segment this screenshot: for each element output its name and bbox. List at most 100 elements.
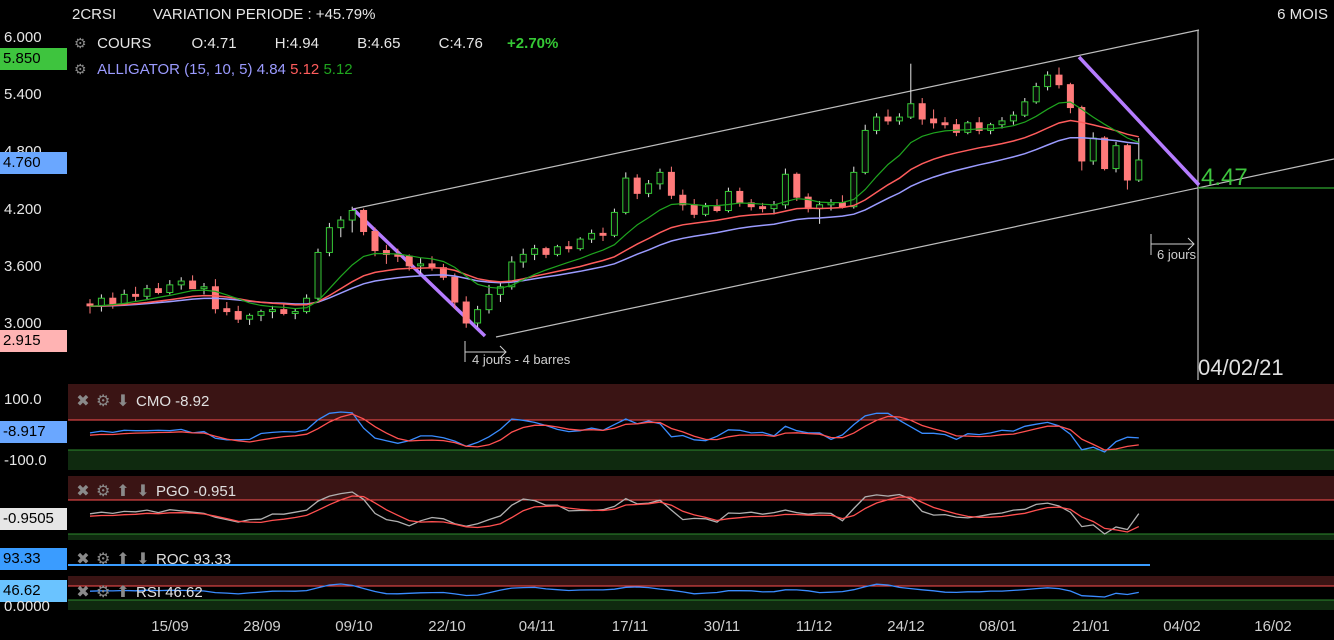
roc-value-tag: 93.33 [0, 548, 67, 570]
candle-up [964, 122, 972, 133]
gear-icon[interactable]: ⚙ [96, 481, 110, 501]
candle-down [736, 190, 744, 204]
cmo-lower-zone [68, 450, 1334, 470]
candle-down [189, 280, 197, 290]
target-value-label: 4.47 [1201, 164, 1248, 191]
x-tick-label: 24/12 [887, 618, 925, 635]
cmo-value-tag: -8.917 [0, 421, 67, 443]
variation-text: VARIATION PERIODE : +45.79% [153, 6, 376, 23]
candle-up [1021, 101, 1029, 116]
candle-down [667, 171, 675, 196]
arrow-up-icon[interactable]: ⬆ [116, 481, 130, 501]
roc-value: 93.33 [193, 551, 232, 568]
candle-down [838, 202, 846, 208]
rsi-value: 46.62 [165, 584, 203, 601]
candle-up [348, 210, 356, 221]
gear-icon[interactable]: ⚙ [96, 549, 110, 569]
candle-down [793, 173, 801, 198]
gear-icon[interactable]: ⚙ [74, 36, 87, 50]
cmo-top-tick: 100.0 [4, 391, 42, 408]
close-icon[interactable]: ✖ [76, 391, 90, 411]
candle-up [246, 314, 254, 320]
arrow-down-icon[interactable]: ⬇ [136, 549, 150, 569]
candle-down [1123, 145, 1131, 181]
candle-down [223, 308, 231, 313]
candle-down [1101, 137, 1109, 170]
candle-up [861, 129, 869, 173]
candle-up [622, 177, 630, 213]
close-icon[interactable]: ✖ [76, 582, 90, 602]
candle-up [588, 232, 596, 240]
channel-upper-line [352, 29, 1200, 210]
candle-up [702, 206, 710, 215]
bars-low-annotation: 4 jours - 4 barres [472, 352, 571, 367]
x-tick-label: 04/11 [518, 618, 556, 635]
pgo-toolbar: ✖ ⚙ ⬆ ⬇ PGO -0.951 [76, 481, 236, 501]
candle-up [177, 280, 185, 286]
open-value: 4.71 [207, 35, 237, 52]
alligator-lips-line [89, 101, 1140, 310]
gear-icon[interactable]: ⚙ [96, 391, 110, 411]
candle-up [895, 116, 903, 122]
current-price-tag: 4.760 [0, 152, 67, 174]
cmo-value: -8.92 [175, 393, 210, 410]
candle-down [280, 309, 288, 314]
price-tick: 6.000 [4, 29, 42, 46]
candlestick-series [86, 63, 1143, 328]
candle-down [690, 204, 698, 215]
candle-down [360, 210, 368, 232]
candle-down [234, 311, 242, 320]
candle-down [759, 206, 767, 210]
high-value: 4.94 [289, 35, 319, 52]
candle-up [143, 288, 151, 297]
candle-up [325, 227, 333, 253]
arrow-up-icon[interactable]: ⬆ [116, 582, 130, 602]
symbol-title: 2CRSI [72, 6, 117, 23]
candle-up [907, 103, 915, 118]
candle-down [1066, 84, 1074, 109]
candle-down [1078, 107, 1086, 162]
candle-up [268, 309, 276, 313]
price-tick: 5.400 [4, 86, 42, 103]
candle-down [952, 124, 960, 133]
candle-up [987, 124, 995, 131]
candle-down [565, 246, 573, 250]
alligator-jaw-value: 4.84 [256, 61, 286, 78]
alligator-lips-value: 5.12 [323, 61, 353, 78]
x-tick-label: 08/01 [979, 618, 1017, 635]
candle-up [474, 309, 482, 324]
high-label: H: [274, 35, 290, 52]
candle-down [109, 297, 117, 305]
x-tick-label: 09/10 [335, 618, 373, 635]
price-tick: 3.600 [4, 258, 42, 275]
candle-up [645, 183, 653, 194]
gear-icon[interactable]: ⚙ [74, 62, 87, 76]
candle-up [724, 190, 732, 212]
close-value: 4.76 [453, 35, 483, 52]
pgo-upper-zone [68, 476, 1334, 500]
candle-up [1135, 159, 1143, 181]
close-icon[interactable]: ✖ [76, 549, 90, 569]
period-selector[interactable]: 6 MOIS [1277, 6, 1328, 23]
candle-down [371, 230, 379, 252]
x-tick-label: 16/02 [1254, 618, 1292, 635]
pgo-name: PGO [156, 483, 190, 500]
x-tick-label: 04/02 [1163, 618, 1201, 635]
candle-down [633, 177, 641, 194]
change-percent: +2.70% [507, 35, 559, 52]
target-date-label: 04/02/21 [1198, 355, 1284, 380]
candle-up [553, 246, 561, 255]
alligator-legend: ⚙ ALLIGATOR (15, 10, 5) 4.84 5.12 5.12 [74, 61, 353, 78]
x-tick-label: 15/09 [151, 618, 189, 635]
close-icon[interactable]: ✖ [76, 481, 90, 501]
arrow-up-icon[interactable]: ⬆ [116, 549, 130, 569]
candle-down [941, 122, 949, 126]
candle-up [417, 263, 425, 267]
low-price-tag: 2.915 [0, 330, 67, 352]
arrow-down-icon[interactable]: ⬇ [136, 481, 150, 501]
gear-icon[interactable]: ⚙ [96, 582, 110, 602]
arrow-down-icon[interactable]: ⬇ [116, 391, 130, 411]
alligator-label: ALLIGATOR (15, 10, 5) [97, 61, 253, 78]
candle-up [200, 286, 208, 290]
pgo-value-tag: -0.9505 [0, 508, 67, 530]
